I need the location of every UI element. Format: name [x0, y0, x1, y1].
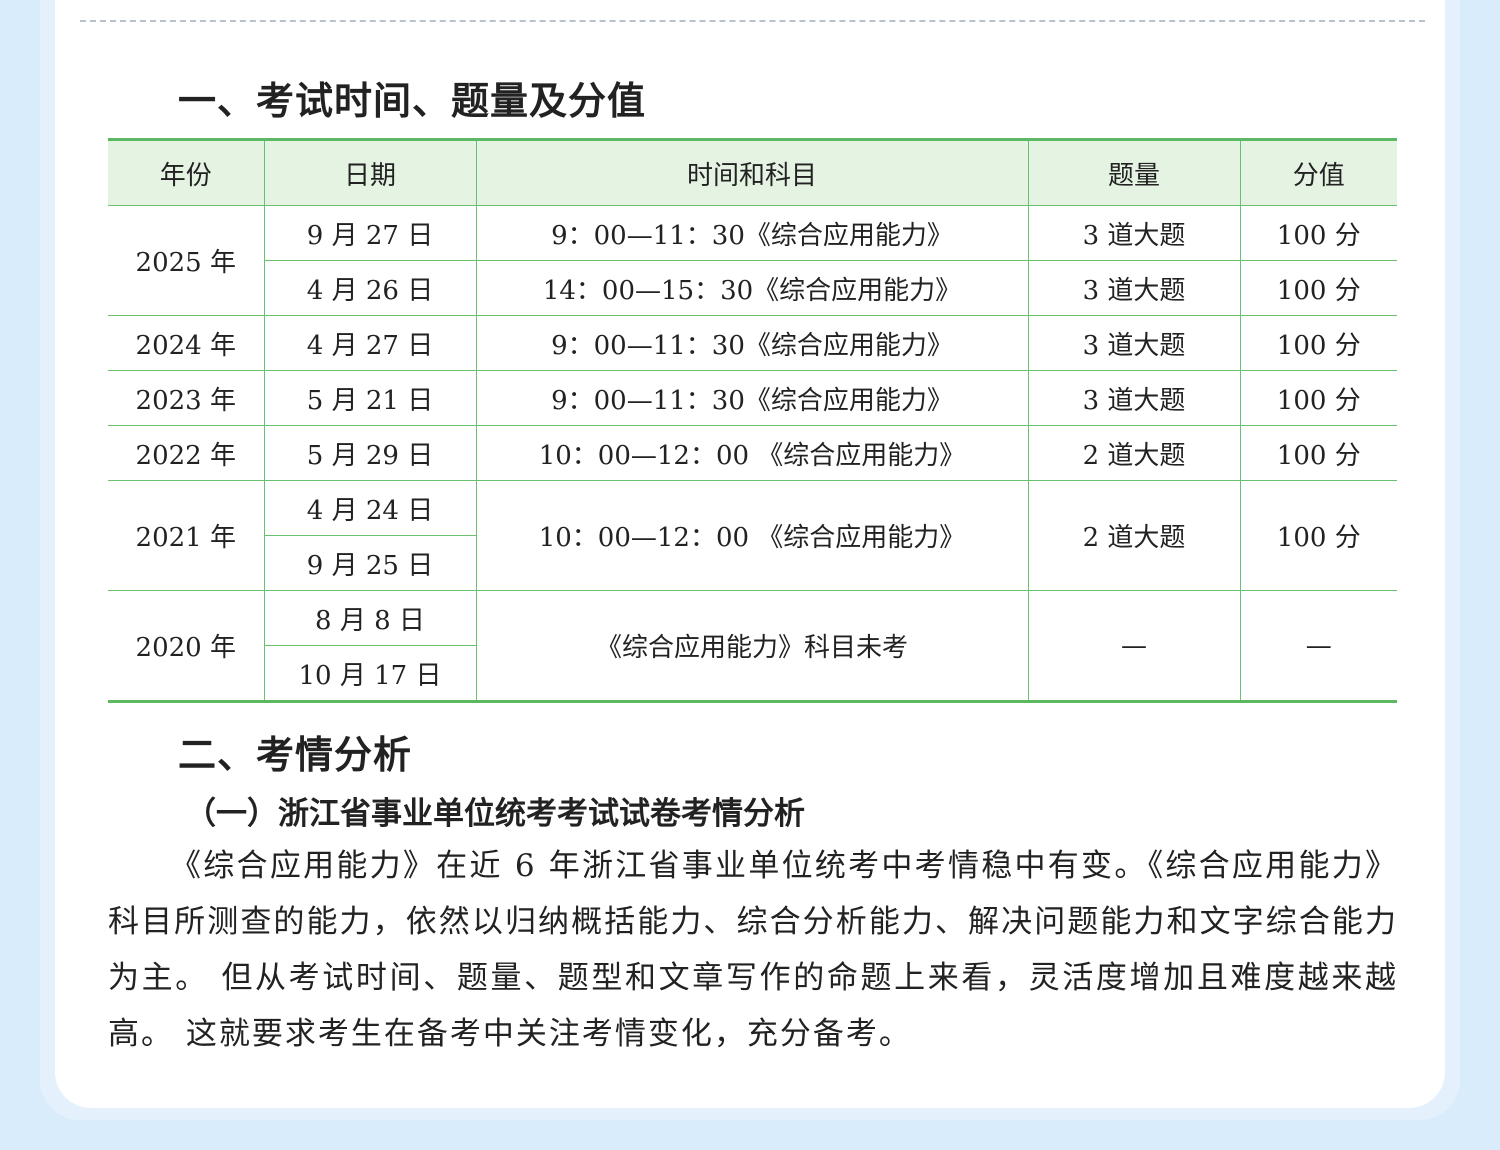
cell-date: 5 月 29 日	[263, 425, 477, 481]
header-score: 分值	[1239, 139, 1397, 206]
cell-score: —	[1239, 590, 1397, 702]
table-row: 4 月 26 日 14：00—15：30《综合应用能力》 3 道大题 100 分	[108, 260, 1397, 316]
cell-date: 10 月 17 日	[264, 645, 476, 702]
cell-time-subject: 9：00—11：30《综合应用能力》	[475, 370, 1029, 426]
cell-date: 9 月 27 日	[263, 205, 477, 261]
dashed-divider	[80, 20, 1425, 22]
header-year: 年份	[108, 139, 265, 206]
cell-date: 4 月 24 日	[263, 480, 477, 536]
analysis-paragraph: 《综合应用能力》在近 6 年浙江省事业单位统考中考情稳中有变。《综合应用能力》科…	[108, 848, 1398, 1052]
header-date: 日期	[263, 139, 477, 206]
table-row: 2025 年 9 月 27 日 9：00—11：30《综合应用能力》 3 道大题…	[108, 205, 1397, 316]
table-header-row: 年份 日期 时间和科目 题量 分值	[108, 139, 1397, 206]
cell-score: 100 分	[1239, 370, 1397, 426]
cell-time-subject: 9：00—11：30《综合应用能力》	[475, 315, 1029, 371]
table-row: 2021 年 4 月 24 日 10：00—12：00 《综合应用能力》 2 道…	[108, 480, 1397, 591]
cell-score: 100 分	[1239, 315, 1397, 371]
section-title-exam-schedule: 一、考试时间、题量及分值	[178, 79, 647, 123]
cell-year: 2021 年	[108, 480, 265, 591]
subsection-title: （一）浙江省事业单位统考考试试卷考情分析	[185, 796, 805, 832]
cell-questions: —	[1027, 590, 1241, 702]
table-row: 2024 年 4 月 27 日 9：00—11：30《综合应用能力》 3 道大题…	[108, 315, 1397, 371]
cell-questions: 2 道大题	[1027, 480, 1241, 591]
header-questions: 题量	[1027, 139, 1241, 206]
exam-schedule-table: 年份 日期 时间和科目 题量 分值 2025 年 9 月 27 日 9：00—1…	[108, 138, 1397, 703]
cell-time-subject: 14：00—15：30《综合应用能力》	[475, 260, 1029, 316]
cell-score: 100 分	[1239, 260, 1397, 316]
cell-time-subject: 《综合应用能力》科目未考	[475, 590, 1029, 702]
cell-time-subject: 10：00—12：00 《综合应用能力》	[475, 480, 1029, 591]
cell-year: 2020 年	[108, 590, 265, 702]
cell-date: 4 月 26 日	[264, 260, 477, 316]
table-row: 2023 年 5 月 21 日 9：00—11：30《综合应用能力》 3 道大题…	[108, 370, 1397, 426]
cell-time-subject: 9：00—11：30《综合应用能力》	[475, 205, 1029, 261]
cell-score: 100 分	[1239, 480, 1397, 591]
header-time-subject: 时间和科目	[475, 139, 1029, 206]
cell-questions: 3 道大题	[1027, 370, 1241, 426]
cell-year: 2024 年	[108, 315, 265, 371]
cell-questions: 3 道大题	[1027, 205, 1241, 261]
cell-score: 100 分	[1239, 425, 1397, 481]
cell-year: 2023 年	[108, 370, 265, 426]
cell-date: 8 月 8 日	[263, 590, 477, 646]
table-row: 2022 年 5 月 29 日 10：00—12：00 《综合应用能力》 2 道…	[108, 425, 1397, 481]
cell-score: 100 分	[1239, 205, 1397, 261]
cell-date: 9 月 25 日	[264, 535, 476, 591]
section-title-analysis: 二、考情分析	[178, 733, 413, 777]
cell-questions: 2 道大题	[1027, 425, 1241, 481]
cell-questions: 3 道大题	[1027, 260, 1241, 316]
cell-date: 5 月 21 日	[263, 370, 477, 426]
cell-year: 2022 年	[108, 425, 265, 481]
cell-year: 2025 年	[108, 205, 265, 316]
cell-date: 4 月 27 日	[263, 315, 477, 371]
cell-questions: 3 道大题	[1027, 315, 1241, 371]
table-row: 2020 年 8 月 8 日 《综合应用能力》科目未考 — —	[108, 590, 1397, 702]
cell-time-subject: 10：00—12：00 《综合应用能力》	[475, 425, 1029, 481]
